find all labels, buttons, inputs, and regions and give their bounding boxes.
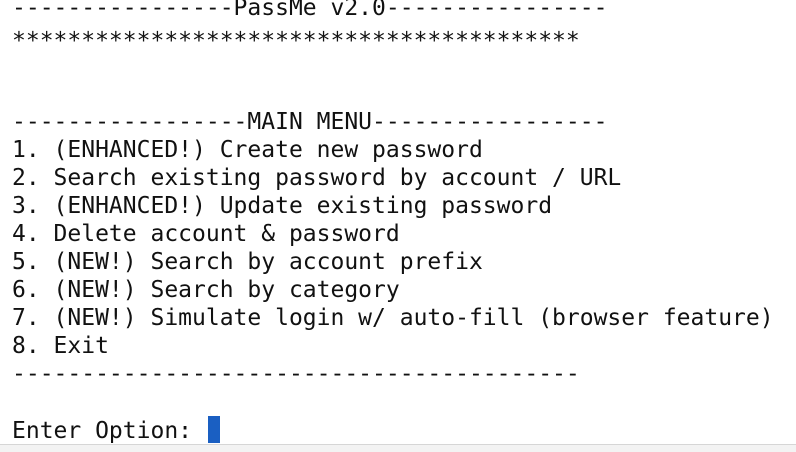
terminal-window[interactable]: ----------------PassMe v2.0-------------… <box>0 0 796 444</box>
app-title-rule: ----------------PassMe v2.0-------------… <box>12 0 608 21</box>
window-bottom-edge <box>0 444 796 452</box>
main-menu-title-rule: -----------------MAIN MENU--------------… <box>12 109 608 135</box>
menu-item-search-category: 6. (NEW!) Search by category <box>12 277 400 303</box>
prompt-line[interactable]: Enter Option: <box>12 416 220 444</box>
menu-item-delete-account: 4. Delete account & password <box>12 221 400 247</box>
menu-item-search-password: 2. Search existing password by account /… <box>12 165 622 191</box>
menu-item-search-prefix: 5. (NEW!) Search by account prefix <box>12 249 483 275</box>
menu-item-exit: 8. Exit <box>12 333 109 359</box>
menu-bottom-rule: ----------------------------------------… <box>12 361 580 387</box>
prompt-label: Enter Option: <box>12 418 206 444</box>
menu-item-update-password: 3. (ENHANCED!) Update existing password <box>12 193 553 219</box>
text-cursor[interactable] <box>207 416 220 443</box>
menu-item-create-password: 1. (ENHANCED!) Create new password <box>12 137 483 163</box>
menu-item-simulate-login: 7. (NEW!) Simulate login w/ auto-fill (b… <box>12 305 774 331</box>
stars-divider: ****************************************… <box>12 28 580 54</box>
